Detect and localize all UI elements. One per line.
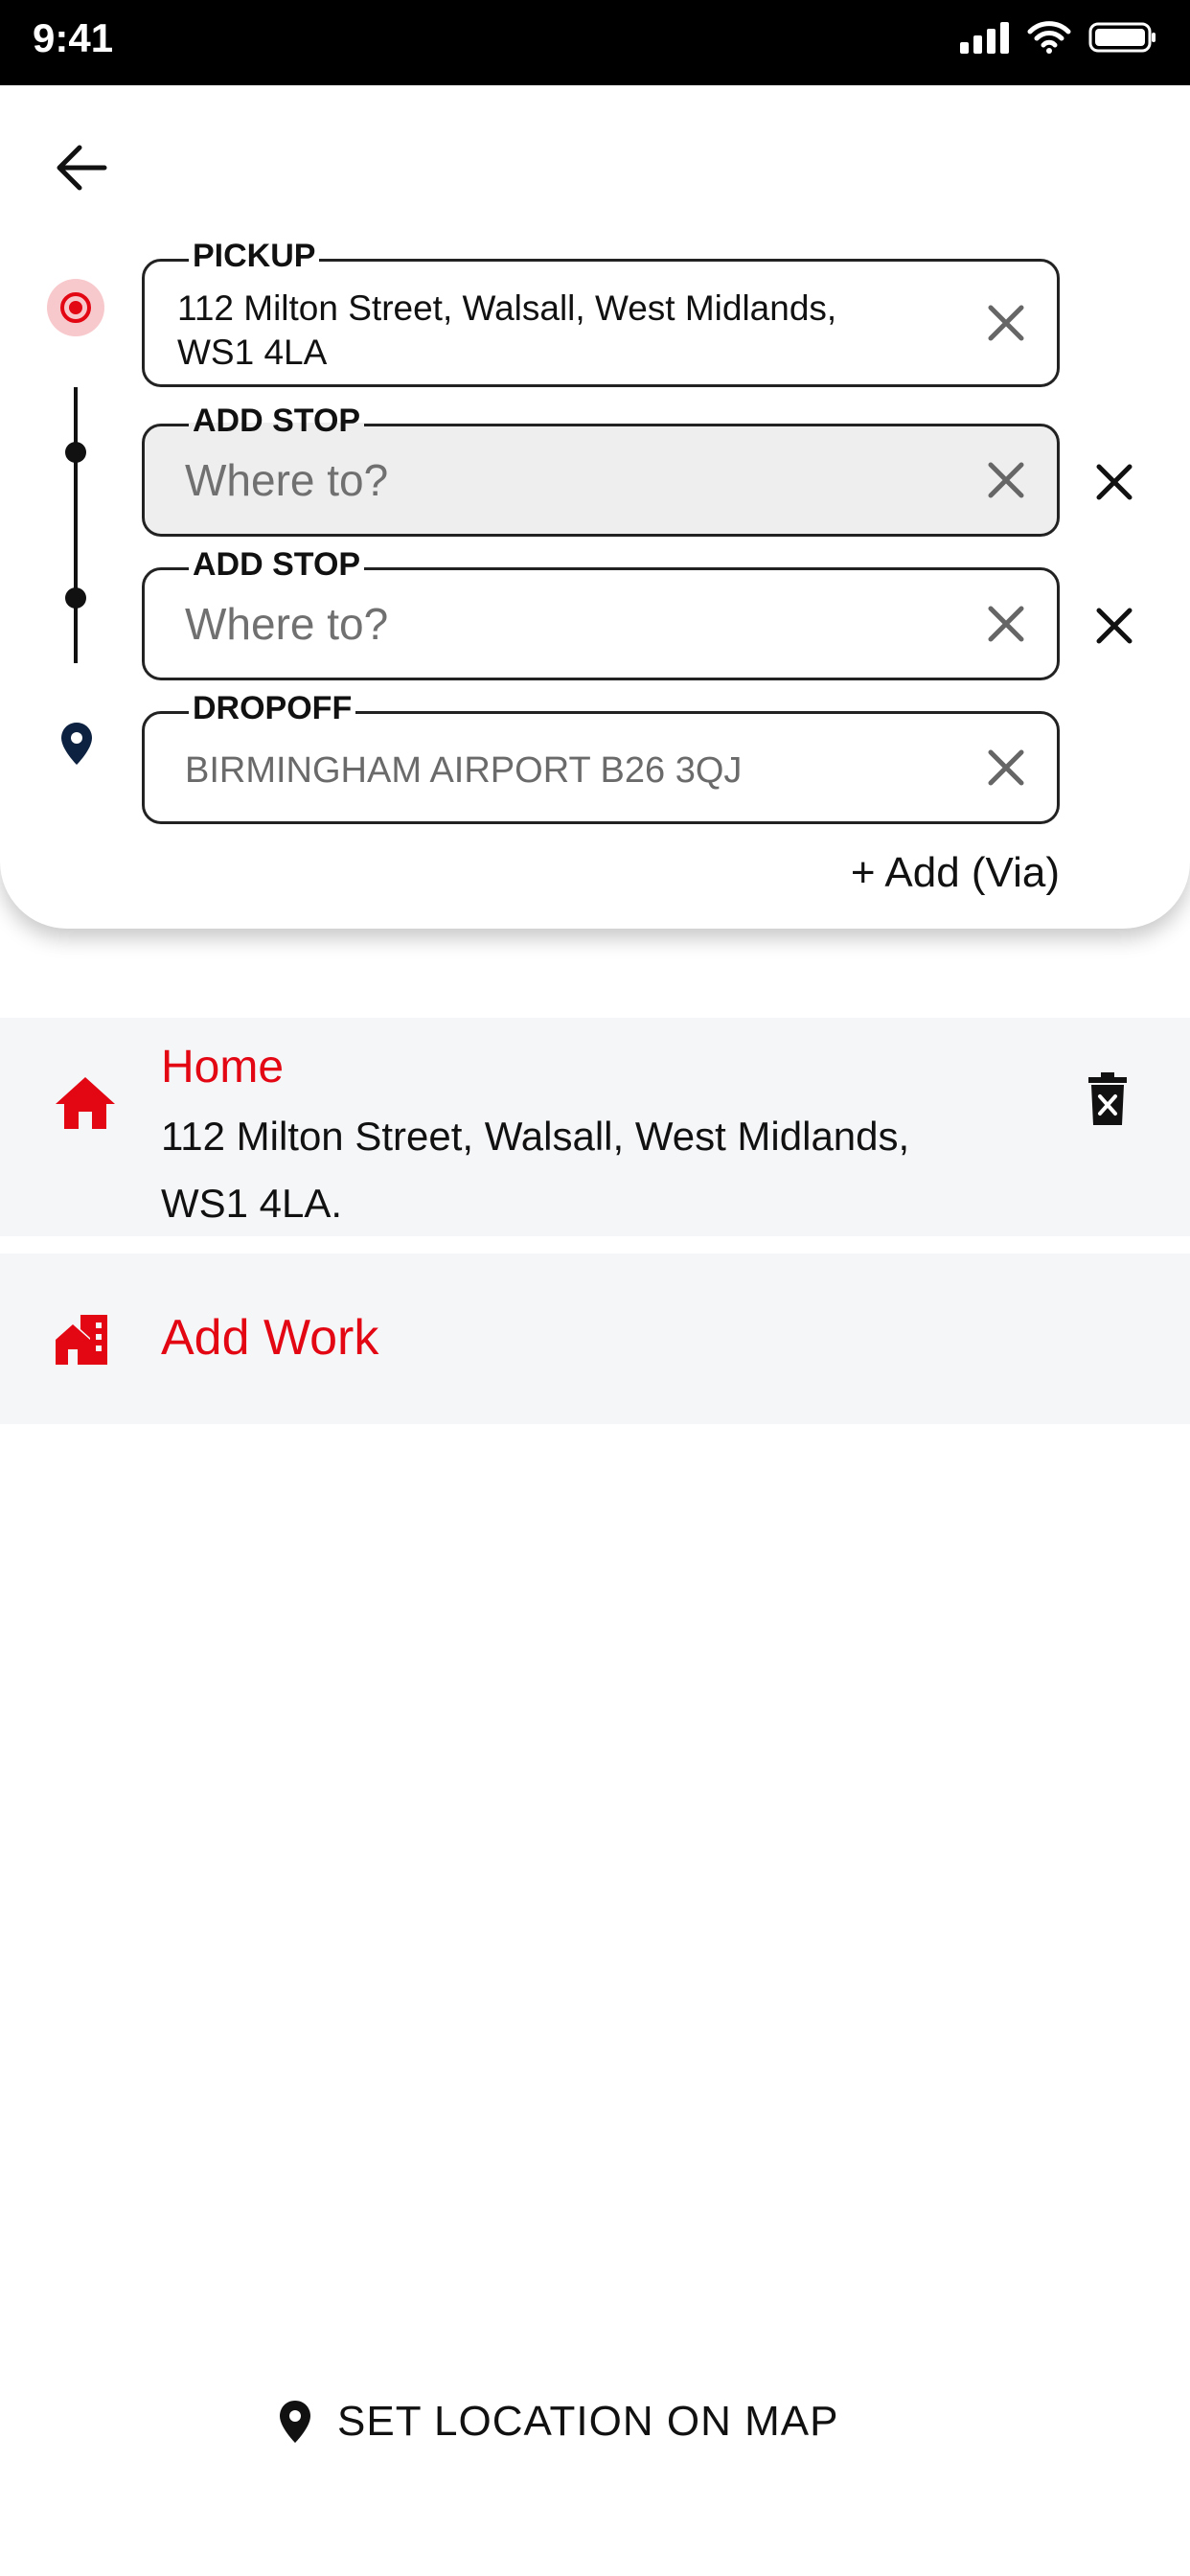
- pickup-value-line2: WS1 4LA: [177, 333, 328, 372]
- close-icon: [988, 305, 1024, 341]
- target-icon: [47, 279, 104, 336]
- stop-2-input[interactable]: [185, 570, 951, 678]
- close-icon: [988, 606, 1024, 642]
- stop-field-1[interactable]: ADD STOP: [142, 402, 1060, 537]
- signal-icon: [960, 22, 1009, 54]
- map-pin-icon: [61, 723, 92, 765]
- saved-place-work[interactable]: Add Work: [0, 1254, 1190, 1424]
- delete-home-button[interactable]: [1087, 1071, 1140, 1129]
- home-address-line1: 112 Milton Street, Walsall, West Midland…: [161, 1114, 910, 1159]
- stop-1-input[interactable]: [185, 426, 951, 534]
- set-location-on-map-button[interactable]: SET LOCATION ON MAP: [278, 2398, 838, 2446]
- set-location-label: SET LOCATION ON MAP: [337, 2398, 839, 2445]
- trash-icon: [1088, 1072, 1127, 1125]
- pickup-label: PICKUP: [189, 237, 320, 275]
- pickup-clear-button[interactable]: [982, 299, 1030, 347]
- saved-place-home[interactable]: Home 112 Milton Street, Walsall, West Mi…: [0, 1018, 1190, 1236]
- arrow-left-icon: [57, 145, 107, 191]
- status-time: 9:41: [33, 15, 114, 60]
- stop-2-clear-button[interactable]: [982, 600, 1030, 648]
- home-title: Home: [161, 1042, 285, 1092]
- dropoff-field[interactable]: DROPOFF BIRMINGHAM AIRPORT B26 3QJ: [142, 689, 1060, 824]
- back-button[interactable]: [48, 134, 115, 201]
- dropoff-clear-button[interactable]: [982, 744, 1030, 792]
- house-icon: [56, 1077, 115, 1129]
- close-icon: [1096, 464, 1133, 500]
- wifi-icon: [1027, 21, 1071, 54]
- close-icon: [988, 749, 1024, 786]
- stop-field-2[interactable]: ADD STOP: [142, 545, 1060, 680]
- close-icon: [1096, 608, 1133, 644]
- stop-1-clear-button[interactable]: [982, 456, 1030, 504]
- pickup-value-line1: 112 Milton Street, Walsall, West Midland…: [177, 288, 837, 328]
- close-icon: [988, 462, 1024, 498]
- pickup-field[interactable]: PICKUP 112 Milton Street, Walsall, West …: [142, 237, 1060, 387]
- route-line: [65, 387, 86, 663]
- add-via-button[interactable]: + Add (Via): [851, 849, 1060, 897]
- dropoff-label: DROPOFF: [189, 689, 356, 727]
- remove-stop-1-button[interactable]: [1090, 458, 1138, 506]
- battery-icon: [1088, 22, 1156, 53]
- map-pin-icon: [280, 2401, 310, 2443]
- dropoff-value: BIRMINGHAM AIRPORT B26 3QJ: [185, 750, 743, 791]
- remove-stop-2-button[interactable]: [1090, 602, 1138, 650]
- office-building-icon: [56, 1315, 107, 1365]
- add-work-title: Add Work: [161, 1310, 379, 1366]
- status-icons: [958, 21, 1157, 54]
- home-address-line2: WS1 4LA.: [161, 1181, 343, 1226]
